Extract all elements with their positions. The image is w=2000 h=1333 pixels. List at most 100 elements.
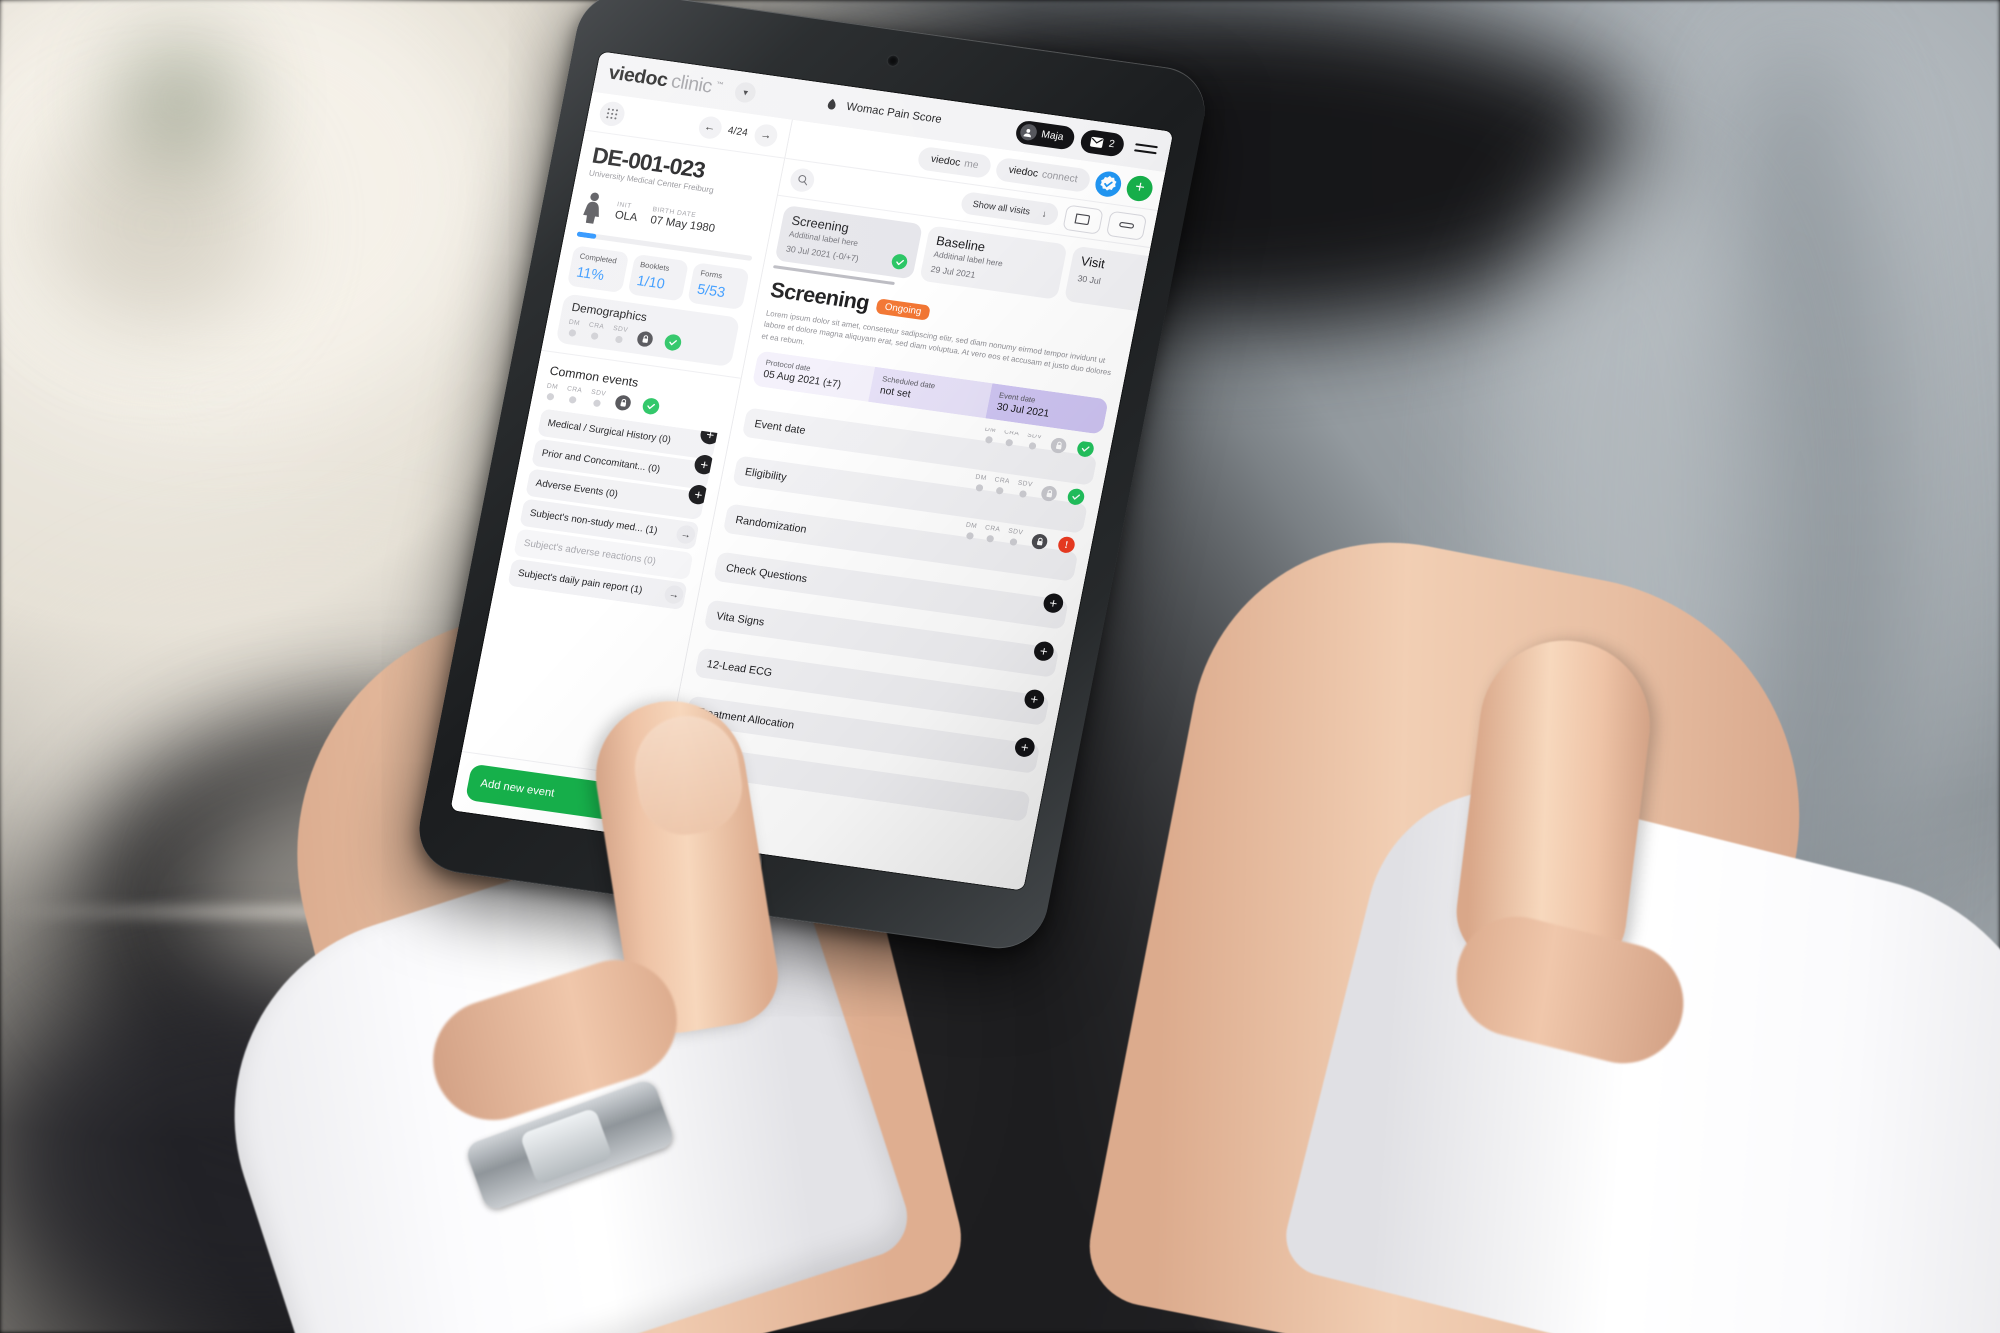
verified-badge-icon[interactable] bbox=[1093, 169, 1124, 198]
check-circle-icon[interactable] bbox=[1075, 439, 1096, 459]
flag-label: DM bbox=[965, 521, 978, 531]
flag-label: SDV bbox=[1007, 527, 1024, 537]
form-row-label: Event date bbox=[753, 417, 807, 437]
search-icon[interactable] bbox=[788, 166, 817, 193]
add-event-icon[interactable]: + bbox=[698, 423, 718, 446]
flag-label: DM bbox=[568, 318, 581, 328]
hamburger-menu-icon[interactable] bbox=[1134, 143, 1158, 155]
visit-card[interactable]: Visit 30 Jul bbox=[1063, 245, 1151, 316]
progress-fill bbox=[576, 231, 597, 240]
flag-sdv[interactable]: SDV bbox=[1006, 528, 1024, 547]
visit-date-segment: Protocol date 05 Aug 2021 (±7) bbox=[751, 350, 876, 402]
visit-card-date: 30 Jul bbox=[1076, 273, 1102, 287]
flag-label: CRA bbox=[588, 321, 605, 331]
stat-card: Completed 11% bbox=[566, 245, 629, 294]
female-person-icon bbox=[583, 192, 599, 224]
flag-cra[interactable]: CRA bbox=[982, 524, 1001, 543]
study-name-label: Womac Pain Score bbox=[845, 100, 943, 127]
lock-icon[interactable] bbox=[636, 330, 655, 348]
flag-label: SDV bbox=[590, 388, 607, 398]
flag-dot bbox=[568, 329, 577, 338]
flag-dot bbox=[546, 392, 555, 401]
flag-dot bbox=[995, 486, 1005, 495]
user-name: Maja bbox=[1040, 128, 1065, 143]
study-name: Womac Pain Score bbox=[823, 96, 943, 127]
flag-dot bbox=[965, 532, 974, 541]
lock-icon[interactable] bbox=[1049, 437, 1068, 455]
bg-plant bbox=[120, 40, 240, 160]
avatar bbox=[1018, 123, 1039, 142]
flag-dot bbox=[592, 399, 601, 408]
flag-dot bbox=[984, 435, 993, 444]
flag-cra[interactable]: CRA bbox=[586, 321, 605, 341]
visit-date-segment: Scheduled date not set bbox=[868, 366, 993, 419]
flag-dm[interactable]: DM bbox=[982, 425, 997, 445]
card-view-icon[interactable] bbox=[1062, 204, 1104, 235]
flag-label: CRA bbox=[993, 476, 1011, 486]
messages-chip[interactable]: 2 bbox=[1079, 128, 1126, 158]
viedoc-me-secondary: me bbox=[963, 157, 980, 171]
stat-value: 5/53 bbox=[695, 280, 727, 301]
alert-icon[interactable]: ! bbox=[1056, 535, 1077, 555]
viedoc-me-primary: viedoc bbox=[929, 153, 962, 169]
show-all-visits-button[interactable]: Show all visits ↓ bbox=[959, 191, 1061, 227]
open-event-icon[interactable]: → bbox=[674, 524, 697, 545]
flag-dm[interactable]: DM bbox=[566, 318, 581, 338]
viedoc-connect-secondary: connect bbox=[1040, 168, 1079, 185]
arrow-down-icon: ↓ bbox=[1041, 208, 1048, 220]
flag-sdv[interactable]: SDV bbox=[589, 389, 607, 408]
chevron-down-icon[interactable]: ▾ bbox=[733, 81, 758, 104]
lock-icon[interactable] bbox=[1030, 533, 1049, 551]
list-item-label: Adverse Events (0) bbox=[534, 477, 619, 501]
stat-value: 1/10 bbox=[635, 271, 667, 292]
flag-label: DM bbox=[546, 382, 559, 392]
flag-dot bbox=[1028, 442, 1037, 451]
user-chip[interactable]: Maja bbox=[1013, 119, 1077, 151]
flag-sdv[interactable]: SDV bbox=[1015, 480, 1033, 499]
list-item-label: Subject's daily pain report (1) bbox=[516, 567, 644, 597]
check-circle-icon[interactable] bbox=[663, 333, 684, 352]
flag-sdv[interactable]: SDV bbox=[1025, 432, 1043, 451]
flag-dm[interactable]: DM bbox=[544, 382, 559, 402]
viedoc-me-pill[interactable]: viedoc me bbox=[916, 145, 993, 179]
flag-dot bbox=[1009, 538, 1018, 547]
subject-info: DE-001-023 University Medical Center Fre… bbox=[541, 130, 785, 379]
flag-dot bbox=[614, 335, 623, 344]
logo-primary: viedoc bbox=[606, 62, 670, 92]
screenshot-stage: viedoc clinic ™ ▾ Womac Pain Score Maja … bbox=[0, 0, 2000, 1333]
check-circle-icon[interactable] bbox=[1066, 487, 1086, 507]
app-logo[interactable]: viedoc clinic ™ bbox=[607, 62, 725, 100]
check-circle-icon[interactable] bbox=[641, 397, 662, 416]
flag-label: DM bbox=[984, 425, 997, 435]
flag-dm[interactable]: DM bbox=[973, 474, 987, 493]
stat-card: Booklets 1/10 bbox=[627, 253, 690, 302]
lock-icon[interactable] bbox=[1039, 485, 1059, 503]
flag-sdv[interactable]: SDV bbox=[610, 325, 629, 344]
lock-icon[interactable] bbox=[614, 394, 633, 412]
flag-dm[interactable]: DM bbox=[963, 521, 978, 541]
arrow-left-icon[interactable]: ← bbox=[696, 114, 724, 141]
logo-secondary: clinic bbox=[669, 71, 714, 98]
flag-cra[interactable]: CRA bbox=[1001, 428, 1020, 447]
flag-label: CRA bbox=[1003, 428, 1020, 438]
visit-card[interactable]: Baseline Additinal label here 29 Jul 2021 bbox=[919, 225, 1068, 300]
flag-dot bbox=[974, 483, 984, 492]
arrow-right-icon[interactable]: → bbox=[752, 122, 780, 149]
flag-label: DM bbox=[974, 473, 988, 483]
list-view-icon[interactable] bbox=[1105, 210, 1148, 241]
viedoc-connect-pill[interactable]: viedoc connect bbox=[994, 156, 1092, 193]
list-item-label: Prior and Concomitant... (0) bbox=[540, 447, 661, 476]
form-row-label: 12-Lead ECG bbox=[705, 657, 774, 679]
open-event-icon[interactable]: → bbox=[663, 584, 685, 605]
flag-label: SDV bbox=[612, 325, 629, 335]
subject-init: INIT OLA bbox=[614, 201, 640, 224]
viedoc-connect-primary: viedoc bbox=[1007, 164, 1040, 180]
flag-dot bbox=[986, 534, 995, 543]
grid-apps-icon[interactable] bbox=[597, 100, 627, 128]
show-all-visits-label: Show all visits bbox=[971, 198, 1032, 217]
plus-circle-icon[interactable]: + bbox=[1124, 173, 1155, 203]
front-camera bbox=[886, 55, 900, 67]
common-events-list: Medical / Surgical History (0) + Prior and… bbox=[507, 408, 718, 611]
flag-cra[interactable]: CRA bbox=[564, 385, 583, 404]
flag-cra[interactable]: CRA bbox=[992, 476, 1010, 495]
